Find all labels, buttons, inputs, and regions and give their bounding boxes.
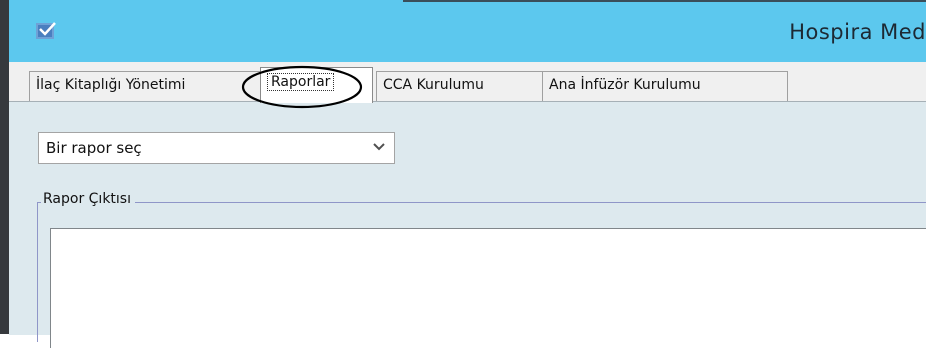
tab-label: Ana İnfüzör Kurulumu [549, 77, 701, 93]
report-select-value: Bir rapor seç [46, 139, 142, 157]
window-top-strip [403, 0, 926, 2]
window-title: Hospira Med [789, 20, 926, 44]
title-bar: Hospira Med [9, 0, 926, 62]
tab-label: Raporlar [267, 73, 335, 91]
tab-label: CCA Kurulumu [383, 77, 484, 93]
app-logo-icon [36, 22, 56, 39]
tab-ilac-kitapligi[interactable]: İlaç Kitaplığı Yönetimi [29, 71, 261, 101]
tab-label: İlaç Kitaplığı Yönetimi [36, 77, 186, 93]
screen-edge [0, 0, 9, 334]
reports-panel: Bir rapor seç Rapor Çıktısı [9, 101, 926, 348]
report-output-area[interactable] [50, 228, 926, 348]
tab-raporlar[interactable]: Raporlar [260, 67, 373, 103]
report-output-label: Rapor Çıktısı [41, 191, 135, 207]
tab-cca-kurulumu[interactable]: CCA Kurulumu [376, 71, 543, 101]
tab-strip: İlaç Kitaplığı Yönetimi Raporlar CCA Kur… [9, 62, 926, 109]
chevron-down-icon [373, 143, 385, 151]
report-select[interactable]: Bir rapor seç [38, 132, 395, 164]
tab-ana-infuzor[interactable]: Ana İnfüzör Kurulumu [542, 71, 788, 101]
